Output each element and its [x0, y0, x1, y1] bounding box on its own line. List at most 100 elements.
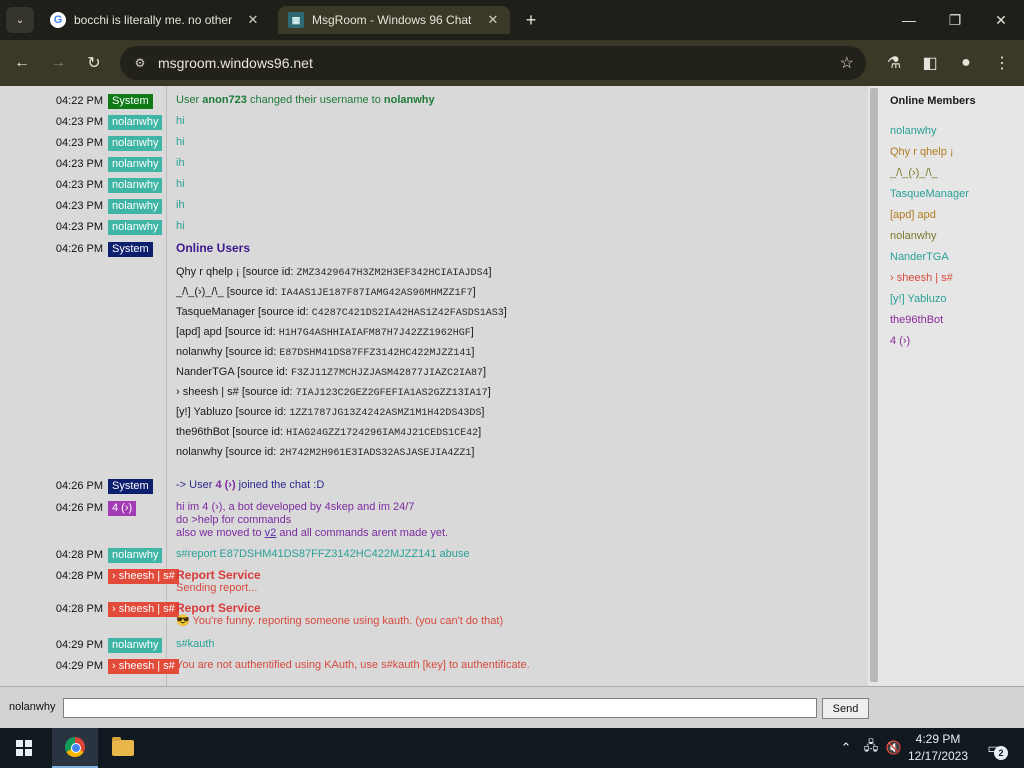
source-id-label: [source id: — [257, 306, 312, 318]
address-bar[interactable]: ⚙ msgroom.windows96.net ☆ — [120, 46, 866, 80]
minimize-button[interactable]: — — [886, 0, 932, 40]
message-body: Report Service Sending report... — [176, 569, 856, 595]
back-button[interactable]: ← — [8, 49, 36, 77]
member-item[interactable]: TasqueManager — [890, 187, 969, 201]
tab-msgroom[interactable]: ▦ MsgRoom - Windows 96 Chat ✕ — [278, 6, 510, 34]
taskbar-clock[interactable]: 4:29 PM 12/17/2023 — [904, 731, 972, 765]
message-body: -> User 4 (›) joined the chat :D — [176, 479, 856, 492]
source-id-close: ] — [481, 406, 485, 418]
source-id-label: [source id: — [225, 446, 280, 458]
notification-count: 2 — [994, 746, 1008, 760]
tab-bocchi[interactable]: G bocchi is literally me. no other ✕ — [40, 6, 270, 34]
text-part: User — [176, 94, 203, 106]
user-tag[interactable]: › sheesh | s# — [108, 602, 179, 617]
online-user-entry: nolanwhy [source id: 2H742M2H961E3IADS32… — [176, 443, 856, 463]
tab-search-button[interactable]: ⌄ — [6, 7, 34, 33]
message-body: Report Service 😎 You're funny. reporting… — [176, 602, 856, 628]
online-user-entry: TasqueManager [source id: C4287C421DS2IA… — [176, 303, 856, 323]
member-item[interactable]: [y!] Yabluzo — [890, 292, 946, 306]
user-tag[interactable]: › sheesh | s# — [108, 569, 179, 584]
source-id-label: [source id: — [241, 386, 296, 398]
online-user-entry: Qhy r qhelp ¡ [source id: ZMZ3429647H3ZM… — [176, 263, 856, 283]
site-info-icon[interactable]: ⚙ — [128, 56, 152, 70]
chat-scrollbar[interactable] — [868, 86, 880, 686]
tab-strip: ⌄ G bocchi is literally me. no other ✕ ▦… — [0, 0, 1024, 40]
new-tab-button[interactable]: + — [520, 9, 542, 31]
text-part: changed their username to — [246, 94, 384, 106]
user-tag[interactable]: nolanwhy — [108, 136, 163, 151]
volume-muted-icon[interactable]: 🔇 — [884, 728, 904, 768]
close-icon[interactable]: ✕ — [486, 12, 500, 28]
online-members-panel: Online Members nolanwhy Qhy r qhelp ¡ _/… — [880, 86, 1024, 686]
taskbar-file-explorer[interactable] — [100, 728, 146, 768]
scroll-thumb[interactable] — [870, 88, 878, 682]
member-item[interactable]: _/\_(›)_/\_ — [890, 166, 938, 180]
labs-flask-icon[interactable]: ⚗ — [880, 49, 908, 77]
message-input[interactable] — [63, 698, 817, 718]
reload-button[interactable]: ↻ — [80, 49, 108, 77]
member-item[interactable]: Qhy r qhelp ¡ — [890, 145, 954, 159]
restore-button[interactable]: ❐ — [932, 0, 978, 40]
source-id-close: ] — [503, 306, 507, 318]
network-icon[interactable]: 🖧 — [860, 728, 882, 768]
bookmark-star-icon[interactable]: ☆ — [840, 53, 854, 73]
v2-link[interactable]: v2 — [265, 527, 277, 539]
message-time: 04:23 PM — [55, 179, 103, 191]
member-item[interactable]: › sheesh | s# — [890, 271, 953, 285]
message-body: hi — [176, 220, 185, 232]
user-tag[interactable]: nolanwhy — [108, 638, 163, 653]
user-tag[interactable]: nolanwhy — [108, 115, 163, 130]
tray-chevron-icon[interactable]: ⌃ — [836, 728, 856, 768]
user-tag[interactable]: › sheesh | s# — [108, 659, 179, 674]
member-item[interactable]: [apd] apd — [890, 208, 936, 222]
start-button[interactable] — [0, 728, 48, 768]
member-item[interactable]: nolanwhy — [890, 124, 936, 138]
close-icon[interactable]: ✕ — [246, 12, 260, 28]
profile-icon[interactable]: ● — [952, 49, 980, 77]
chat-divider — [166, 86, 167, 686]
online-user-name: › sheesh | s# — [176, 386, 239, 398]
source-id: 7IAJ123C2GEZ2GFEFIA1AS2GZZ13IA17 — [295, 388, 488, 399]
member-item[interactable]: 4 (›) — [890, 334, 910, 348]
member-item[interactable]: the96thBot — [890, 313, 943, 327]
close-window-button[interactable]: ✕ — [978, 0, 1024, 40]
menu-kebab-icon[interactable]: ⋮ — [988, 49, 1016, 77]
message-time: 04:28 PM — [55, 570, 103, 582]
member-item[interactable]: NanderTGA — [890, 250, 949, 264]
source-id: F3ZJ11Z7MCHJZJASM42877JIAZC2IA87 — [290, 368, 483, 379]
source-id: HIAG24GZZ1724296IAM4J21CEDS1CE42 — [286, 428, 479, 439]
side-panel-icon[interactable]: ◧ — [916, 49, 944, 77]
member-item[interactable]: nolanwhy — [890, 229, 936, 243]
source-id: ZMZ3429647H3ZM2H3EF342HCIAIAJDS4 — [296, 268, 489, 279]
chat-log: 04:22 PM System User anon723 changed the… — [0, 86, 868, 686]
source-id-close: ] — [471, 446, 475, 458]
user-tag[interactable]: 4 (›) — [108, 501, 137, 516]
user-tag[interactable]: nolanwhy — [108, 548, 163, 563]
message-body: hi — [176, 178, 185, 190]
notifications-button[interactable]: ▭ 2 — [980, 736, 1008, 760]
nickname-label[interactable]: nolanwhy — [9, 701, 55, 713]
message-body: ih — [176, 199, 185, 211]
user-tag[interactable]: nolanwhy — [108, 157, 163, 172]
message-time: 04:29 PM — [55, 639, 103, 651]
online-user-entry: nolanwhy [source id: E87DSHM41DS87FFZ314… — [176, 343, 856, 363]
user-tag[interactable]: nolanwhy — [108, 178, 163, 193]
taskbar-chrome[interactable] — [52, 728, 98, 768]
online-user-name: nolanwhy — [176, 346, 223, 358]
user-tag[interactable]: nolanwhy — [108, 220, 163, 235]
send-button[interactable]: Send — [822, 698, 869, 719]
user-tag[interactable]: nolanwhy — [108, 199, 163, 214]
source-id: IA4AS1JE187F87IAMG42AS96MHMZZ1F7 — [280, 288, 473, 299]
user-tag[interactable]: System — [108, 94, 153, 109]
online-user-name: [y!] Yabluzo — [176, 406, 233, 418]
chrome-icon — [65, 737, 85, 757]
text-line: do >help for commands — [176, 514, 292, 526]
user-tag[interactable]: System — [108, 242, 153, 257]
source-id-label: [source id: — [226, 286, 281, 298]
message-composer: nolanwhy Send — [0, 686, 1024, 728]
message-time: 04:23 PM — [55, 158, 103, 170]
source-id-label: [source id: — [242, 266, 297, 278]
online-user-entry: [apd] apd [source id: H1H7G4ASHHIAIAFM87… — [176, 323, 856, 343]
user-tag[interactable]: System — [108, 479, 153, 494]
forward-button[interactable]: → — [44, 49, 72, 77]
